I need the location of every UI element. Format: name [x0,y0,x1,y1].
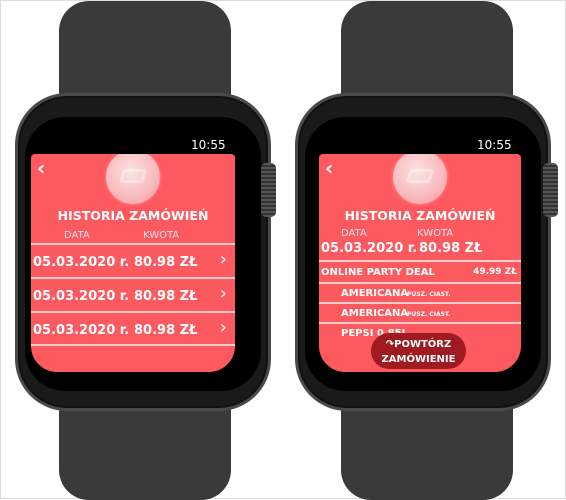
back-button[interactable]: ‹ [325,156,333,180]
brand-logo [393,154,447,204]
order-detail: ‹ HISTORIA ZAMÓWIEŃ DATA KWOTA 05.03.202… [319,154,521,372]
order-amount: 80.98 ZŁ [419,241,483,256]
column-amount: KWOTA [417,228,454,239]
page-title: HISTORIA ZAMÓWIEŃ [57,208,209,223]
item-name: AMERICANA [341,308,409,319]
order-history-list: ‹ HISTORIA ZAMÓWIEŃ DATA KWOTA 05.03.202… [31,154,235,372]
column-date: DATA [341,228,367,239]
chevron-right-icon: › [219,249,227,270]
chevron-right-icon: › [219,317,227,338]
item-note: PUSZ. CIAST. [407,291,451,298]
status-time: 10:55 [191,138,226,152]
repeat-icon: ↷ [385,339,395,350]
order-amount: 80.98 ZŁ [134,323,198,338]
digital-crown[interactable] [261,163,276,217]
order-item: ONLINE PARTY DEAL 49.99 ZŁ [319,260,521,282]
column-date: DATA [64,230,90,241]
repeat-order-button[interactable]: ↷POWTÓRZ ZAMÓWIENIE [371,333,466,369]
back-button[interactable]: ‹ [37,156,45,180]
item-note: PUSZ. CIAST. [407,311,451,318]
order-row[interactable]: 05.03.2020 r. 80.98 ZŁ › [31,243,235,277]
page-title: HISTORIA ZAMÓWIEŃ [344,208,496,223]
item-price: 49.99 ZŁ [473,267,517,277]
order-item: AMERICANA PUSZ. CIAST. [319,282,521,302]
order-date: 05.03.2020 r. [33,323,130,338]
brand-logo [106,154,160,204]
order-amount: 80.98 ZŁ [134,255,198,270]
status-time: 10:55 [477,138,512,152]
digital-crown[interactable] [543,163,558,217]
order-amount: 80.98 ZŁ [134,289,198,304]
order-row[interactable]: 05.03.2020 r. 80.98 ZŁ › [31,311,235,346]
chevron-right-icon: › [219,283,227,304]
item-name: ONLINE PARTY DEAL [321,267,435,278]
item-name: AMERICANA [341,288,409,299]
repeat-label-2: ZAMÓWIENIE [381,354,456,365]
order-date: 05.03.2020 r. [321,241,418,256]
order-item: AMERICANA PUSZ. CIAST. [319,302,521,322]
order-date: 05.03.2020 r. [33,289,130,304]
repeat-label-1: POWTÓRZ [394,339,452,350]
column-amount: KWOTA [143,230,180,241]
order-date: 05.03.2020 r. [33,255,130,270]
order-row[interactable]: 05.03.2020 r. 80.98 ZŁ › [31,277,235,311]
